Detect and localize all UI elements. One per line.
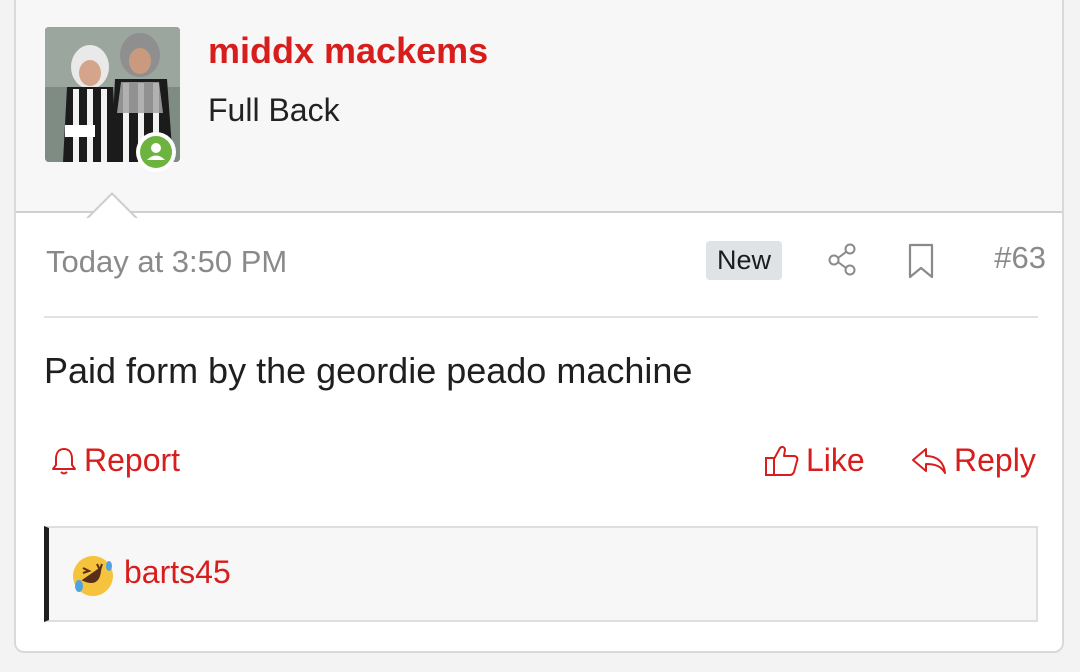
thumbs-up-icon — [765, 445, 799, 476]
like-label: Like — [806, 442, 865, 478]
post-timestamp[interactable]: Today at 3:50 PM — [46, 244, 287, 280]
username-link[interactable]: middx mackems — [208, 30, 488, 72]
report-button[interactable]: Report — [50, 442, 180, 479]
meta-divider — [44, 316, 1038, 318]
reply-button[interactable]: Reply — [910, 442, 1036, 479]
post-message: Paid form by the geordie peado machine — [44, 350, 693, 391]
bookmark-icon[interactable] — [904, 242, 938, 280]
report-label: Report — [84, 442, 181, 478]
post-number-link[interactable]: #63 — [994, 240, 1046, 276]
online-status-icon — [136, 132, 176, 172]
bell-icon — [52, 447, 76, 474]
reply-label: Reply — [954, 442, 1036, 478]
like-button[interactable]: Like — [764, 442, 865, 479]
post-meta-row: Today at 3:50 PM New #63 — [46, 238, 1046, 288]
user-title: Full Back — [208, 92, 340, 128]
new-badge: New — [706, 241, 783, 280]
post-user-section: middx mackems Full Back — [16, 0, 1062, 213]
reactions-bar: barts45 — [44, 526, 1038, 622]
reaction-user-link[interactable]: barts45 — [124, 554, 231, 591]
reply-arrow-icon — [912, 447, 946, 474]
laughing-emoji-icon — [71, 554, 115, 598]
post-card: middx mackems Full Back Today at 3:50 PM… — [14, 0, 1064, 653]
share-icon[interactable] — [826, 242, 860, 276]
